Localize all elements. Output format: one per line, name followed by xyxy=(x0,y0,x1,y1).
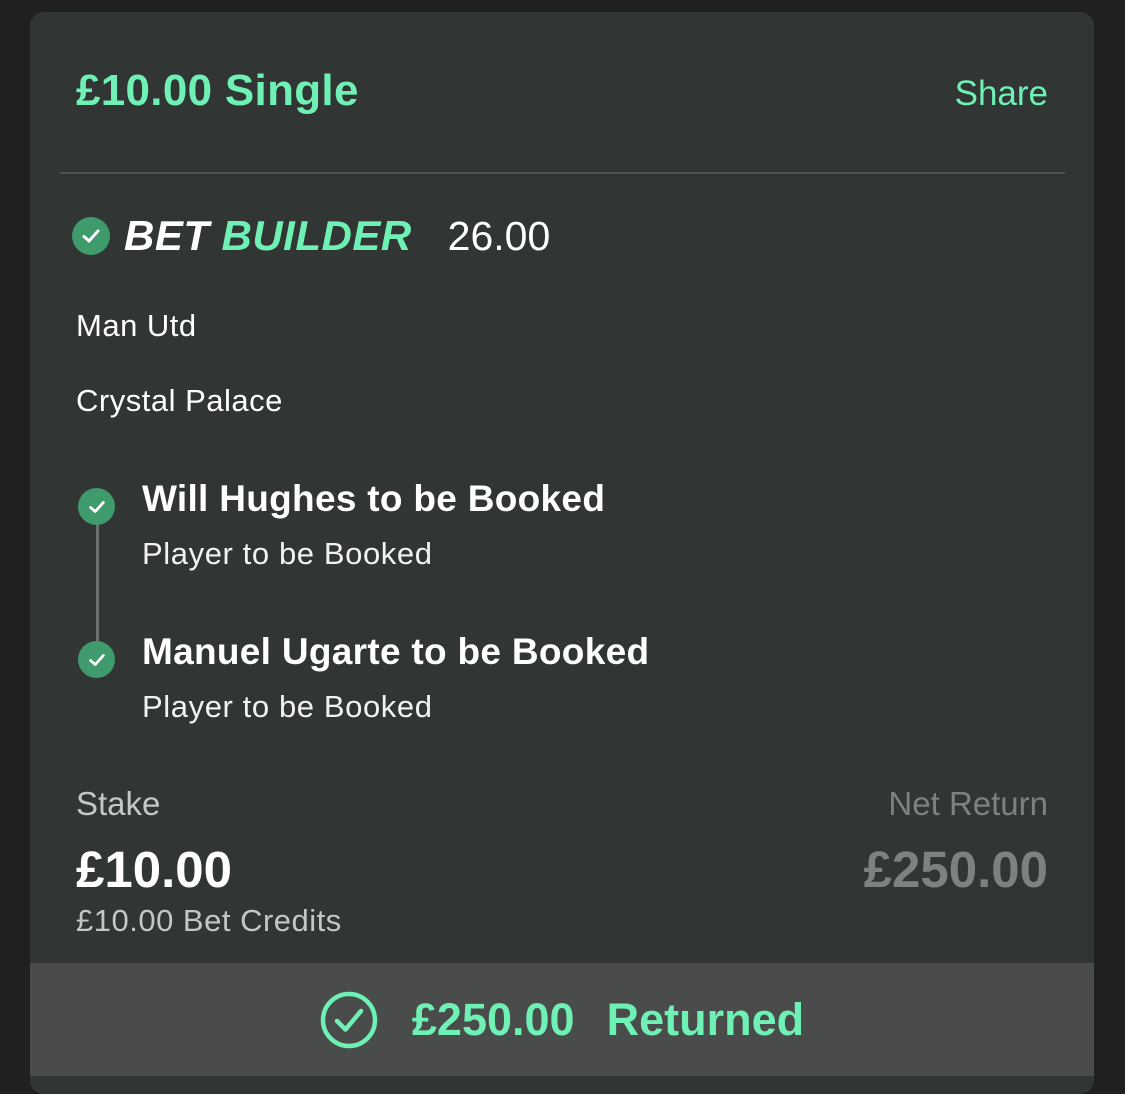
selection-connector-line xyxy=(96,504,99,652)
header-divider xyxy=(60,172,1065,174)
stake-value: £10.00 xyxy=(76,841,232,898)
check-circle-icon xyxy=(78,488,115,525)
bet-builder-logo-word2: BUILDER xyxy=(221,212,412,259)
bet-status-footer: £250.00 Returned xyxy=(30,963,1094,1076)
bet-title: £10.00 Single xyxy=(76,66,359,115)
stake-label: Stake xyxy=(76,785,161,822)
away-team: Crystal Palace xyxy=(76,383,283,418)
stake-credits: £10.00 Bet Credits xyxy=(76,903,342,938)
returned-amount: £250.00 xyxy=(411,993,575,1045)
check-circle-icon xyxy=(78,641,115,678)
selection-market: Player to be Booked xyxy=(142,689,433,724)
returned-status: Returned xyxy=(606,993,805,1045)
bet-card: £10.00 Single Share BET BUILDER 26.00 Ma… xyxy=(30,12,1094,1094)
selection-market: Player to be Booked xyxy=(142,536,433,571)
check-circle-icon xyxy=(72,217,110,255)
bet-builder-odds: 26.00 xyxy=(447,212,551,259)
bet-builder-logo-word1: BET xyxy=(124,212,210,259)
home-team: Man Utd xyxy=(76,308,197,343)
net-return-label: Net Return xyxy=(888,785,1048,822)
check-circle-outline-icon xyxy=(320,991,378,1049)
net-return-value: £250.00 xyxy=(863,841,1048,898)
selection-title: Manuel Ugarte to be Booked xyxy=(142,631,650,672)
bet-builder-row: BET BUILDER 26.00 xyxy=(72,208,550,264)
selection-title: Will Hughes to be Booked xyxy=(142,478,606,519)
bet-builder-logo: BET BUILDER xyxy=(124,212,412,260)
share-button[interactable]: Share xyxy=(955,74,1048,114)
bet-header: £10.00 Single Share xyxy=(30,12,1094,174)
